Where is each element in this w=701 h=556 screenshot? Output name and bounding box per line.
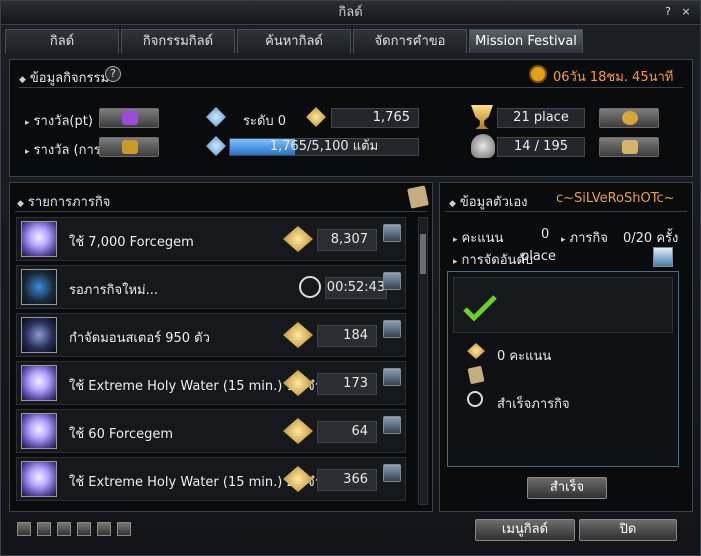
help-button[interactable]: ? <box>661 5 675 19</box>
activity-info-header: ◆ ข้อมูลกิจกรรม <box>19 71 110 86</box>
footer-icon-3[interactable] <box>57 522 71 536</box>
guild-points: 1,765 <box>331 108 419 128</box>
mission-row[interactable]: กำจัดมอนสเตอร์ 950 ตัว 184 <box>16 313 406 357</box>
tab-guild[interactable]: กิลด์ <box>5 29 119 53</box>
mission-value: 64 <box>317 421 377 443</box>
forcegem-icon <box>21 221 57 257</box>
mission-list-title: รายการภารกิจ <box>27 195 111 210</box>
title-bar: กิลด์ ? × <box>1 1 700 25</box>
hand-icon <box>622 140 638 154</box>
mission-value: 184 <box>317 325 377 347</box>
character-name: c~SiLVeRoShOTc~ <box>556 191 675 206</box>
divider <box>19 87 683 88</box>
mission-value: 8,307 <box>317 229 377 251</box>
reward-pt-button[interactable] <box>99 108 159 128</box>
forcegem-icon <box>21 365 57 401</box>
guild-place: 21 place <box>497 108 585 128</box>
clock-icon <box>529 65 547 83</box>
scroll-icon[interactable] <box>407 185 429 209</box>
scroll-small-icon <box>467 365 485 385</box>
tab-mission-festival[interactable]: Mission Festival <box>469 29 583 53</box>
chest-icon <box>122 140 138 154</box>
progress-text: 1,765/5,100 แต้ม <box>269 139 379 154</box>
divider <box>445 211 687 212</box>
mission-row[interactable]: รอภารกิจใหม่... 00:52:43 <box>16 265 406 309</box>
delete-button[interactable] <box>383 368 401 386</box>
tab-guild-activities[interactable]: กิจกรรมกิลด์ <box>121 29 235 53</box>
member-count: 14 / 195 <box>497 137 585 157</box>
alarm-clock-icon <box>299 276 321 298</box>
mission-text: กำจัดมอนสเตอร์ 950 ตัว <box>69 331 210 346</box>
members-button[interactable] <box>599 137 659 157</box>
reward-coin-icon <box>283 322 313 348</box>
score-label: ▸ คะแนน <box>453 231 504 246</box>
guild-menu-button[interactable]: เมนูกิลด์ <box>475 519 575 541</box>
complete-button[interactable]: สำเร็จ <box>527 477 607 499</box>
reward-coin-icon <box>283 418 313 444</box>
info-help-icon[interactable]: ? <box>105 66 121 82</box>
tab-manage-requests[interactable]: จัดการคำขอ <box>353 29 467 53</box>
coins-icon <box>622 111 638 125</box>
mission-value: 366 <box>317 469 377 491</box>
mission-value: 00:52:43 <box>325 277 387 299</box>
mission-row[interactable]: ใช้ 7,000 Forcegem 8,307 <box>16 217 406 261</box>
score-value: 0 <box>541 227 550 242</box>
mission-row[interactable]: ใช้ Extreme Holy Water (15 min.) 14 จำนว… <box>16 361 406 405</box>
tab-find-guild[interactable]: ค้นหากิลด์ <box>237 29 351 53</box>
close-button[interactable]: ปิด <box>579 519 677 541</box>
timer-icon <box>467 391 483 407</box>
scroll-thumb[interactable] <box>420 234 426 274</box>
reward-rank-button[interactable] <box>99 137 159 157</box>
rank-overlap-text: place <box>521 249 556 264</box>
mission-count-value: 0/20 ครั้ง <box>623 231 679 246</box>
activity-info-title: ข้อมูลกิจกรรม <box>29 71 110 86</box>
add-gem-button[interactable] <box>653 247 673 267</box>
mission-row[interactable]: ใช้ 60 Forcegem 64 <box>16 409 406 453</box>
close-window-button[interactable]: × <box>679 5 693 19</box>
mission-count-label: ▸ ภารกิจ <box>561 231 608 246</box>
footer-icon-6[interactable] <box>117 522 131 536</box>
mission-scrollbar[interactable] <box>418 217 428 505</box>
mission-value: 173 <box>317 373 377 395</box>
footer-icon-1[interactable] <box>17 522 31 536</box>
refresh-button[interactable] <box>383 272 401 290</box>
footer-icon-4[interactable] <box>77 522 91 536</box>
delete-button[interactable] <box>383 224 401 242</box>
mission-list-header: ◆ รายการภารกิจ <box>17 195 111 210</box>
footer-icon-2[interactable] <box>37 522 51 536</box>
mission-row[interactable]: ใช้ Extreme Holy Water (15 min.) 22 จำนว… <box>16 457 406 501</box>
forcegem-icon <box>21 413 57 449</box>
reward-coin-icon <box>283 226 313 252</box>
window-title: กิลด์ <box>338 5 363 20</box>
reward-pt-label: ▸ รางวัล(pt) <box>25 114 93 129</box>
members-helmet-icon <box>471 134 495 158</box>
guild-level: ระดับ 0 <box>243 114 287 129</box>
guild-window: กิลด์ ? × กิลด์ กิจกรรมกิลด์ ค้นหากิลด์ … <box>0 0 701 556</box>
forcegem-icon <box>21 461 57 497</box>
mission-text: รอภารกิจใหม่... <box>69 283 159 298</box>
delete-button[interactable] <box>383 416 401 434</box>
mission-text: ใช้ 60 Forcegem <box>69 427 174 442</box>
gift-icon <box>122 111 138 125</box>
event-timer: 06วัน 18ชม. 45นาที <box>553 70 674 85</box>
delete-button[interactable] <box>383 320 401 338</box>
divider <box>15 211 427 212</box>
cart-icon[interactable] <box>97 522 111 536</box>
hourglass-icon <box>21 269 57 305</box>
personal-info-title: ข้อมูลตัวเอง <box>459 195 528 210</box>
personal-points: 0 คะแนน <box>497 349 552 364</box>
progress-bar: 1,765/5,100 แต้ม <box>229 138 419 156</box>
mission-complete-text: สำเร็จภารกิจ <box>497 397 570 412</box>
delete-button[interactable] <box>383 464 401 482</box>
mission-text: ใช้ 7,000 Forcegem <box>69 235 194 250</box>
check-icon <box>463 295 497 322</box>
personal-info-header: ◆ ข้อมูลตัวเอง <box>449 195 528 210</box>
ranking-button[interactable] <box>599 108 659 128</box>
monster-icon <box>21 317 57 353</box>
